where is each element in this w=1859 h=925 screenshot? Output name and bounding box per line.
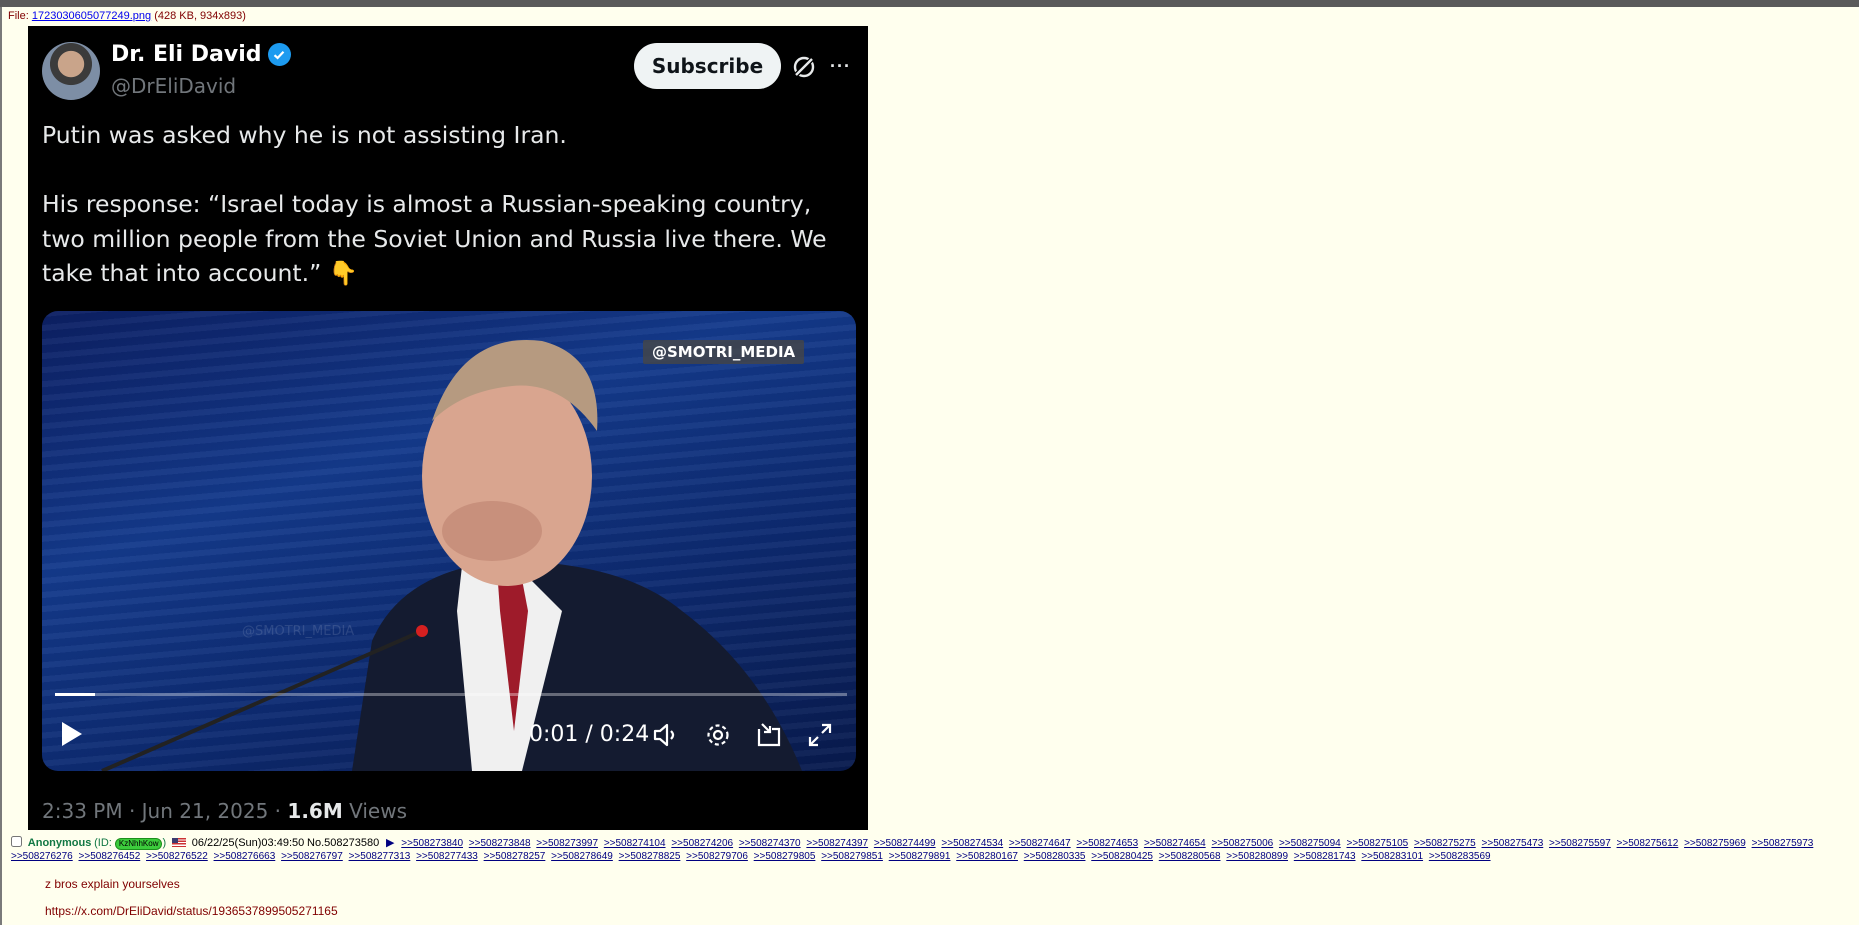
reply-link[interactable]: >>508274647 bbox=[1009, 838, 1071, 849]
reply-link[interactable]: >>508277433 bbox=[416, 851, 478, 862]
file-meta: (428 KB, 934x893) bbox=[154, 10, 246, 22]
post-comment: z bros explain yourselves bbox=[45, 877, 180, 891]
reply-link[interactable]: >>508275473 bbox=[1482, 838, 1544, 849]
reply-link[interactable]: >>508276452 bbox=[79, 851, 141, 862]
reply-link[interactable]: >>508278825 bbox=[619, 851, 681, 862]
post-info: Anonymous (ID: KzNhhKow) 06/22/25(Sun)03… bbox=[11, 836, 1856, 863]
more-options-icon: ··· bbox=[830, 56, 851, 76]
reply-link[interactable]: >>508276663 bbox=[214, 851, 276, 862]
reply-link[interactable]: >>508276522 bbox=[146, 851, 208, 862]
tweet-timestamp: 2:33 PM · Jun 21, 2025 · bbox=[42, 799, 288, 823]
file-info: File: 1723030605077249.png (428 KB, 934x… bbox=[8, 10, 246, 22]
reply-link[interactable]: >>508275612 bbox=[1617, 838, 1679, 849]
post-link[interactable]: https://x.com/DrEliDavid/status/19365378… bbox=[45, 904, 338, 918]
avatar bbox=[42, 42, 100, 100]
file-link[interactable]: 1723030605077249.png bbox=[32, 10, 151, 22]
volume-muted-icon bbox=[653, 723, 675, 747]
reply-link[interactable]: >>508273997 bbox=[536, 838, 598, 849]
poster-id-suffix: ) bbox=[162, 837, 167, 849]
window-left-edge bbox=[0, 7, 2, 925]
subscribe-button: Subscribe bbox=[634, 43, 781, 89]
reply-link[interactable]: >>508279805 bbox=[754, 851, 816, 862]
reply-link[interactable]: >>508275094 bbox=[1279, 838, 1341, 849]
fullscreen-icon bbox=[808, 723, 832, 747]
video-player: @SMOTRI_MEDIA @SMOTRI_MEDIA 0:01 / 0:24 bbox=[42, 311, 856, 771]
reply-link[interactable]: >>508274654 bbox=[1144, 838, 1206, 849]
reply-link[interactable]: >>508279891 bbox=[889, 851, 951, 862]
reply-link[interactable]: >>508274653 bbox=[1076, 838, 1138, 849]
reply-link[interactable]: >>508277313 bbox=[349, 851, 411, 862]
reply-link[interactable]: >>508278649 bbox=[551, 851, 613, 862]
settings-gear-icon bbox=[707, 724, 729, 746]
reply-link[interactable]: >>508283101 bbox=[1361, 851, 1423, 862]
tweet-text: Putin was asked why he is not assisting … bbox=[42, 121, 827, 287]
author-name: Dr. Eli David bbox=[111, 42, 262, 67]
reply-link[interactable]: >>508274104 bbox=[604, 838, 666, 849]
file-label: File: bbox=[8, 10, 29, 22]
picture-in-picture-icon bbox=[757, 723, 781, 747]
reply-link[interactable]: >>508275969 bbox=[1684, 838, 1746, 849]
video-watermark: @SMOTRI_MEDIA bbox=[643, 340, 805, 364]
poster-id: (ID: KzNhhKow) bbox=[94, 837, 167, 850]
reply-link[interactable]: >>508273848 bbox=[469, 838, 531, 849]
verified-badge-icon bbox=[267, 43, 291, 66]
grok-icon bbox=[793, 56, 815, 78]
reply-link[interactable]: >>508275597 bbox=[1549, 838, 1611, 849]
reply-link[interactable]: >>508279706 bbox=[686, 851, 748, 862]
reply-link[interactable]: >>508280425 bbox=[1091, 851, 1153, 862]
reply-link[interactable]: >>508278257 bbox=[484, 851, 546, 862]
reply-link[interactable]: >>508274499 bbox=[874, 838, 936, 849]
reply-link[interactable]: >>508275006 bbox=[1211, 838, 1273, 849]
reply-link[interactable]: >>508281743 bbox=[1294, 851, 1356, 862]
reply-link[interactable]: >>508276797 bbox=[281, 851, 343, 862]
reply-link[interactable]: >>508280568 bbox=[1159, 851, 1221, 862]
views-count: 1.6M bbox=[287, 799, 343, 823]
poster-name: Anonymous bbox=[27, 837, 92, 849]
reply-link[interactable]: >>508275973 bbox=[1752, 838, 1814, 849]
reply-link[interactable]: >>508274397 bbox=[806, 838, 868, 849]
video-time: 0:01 / 0:24 bbox=[529, 722, 650, 747]
video-progress-fill bbox=[55, 693, 95, 696]
reply-link[interactable]: >>508280899 bbox=[1226, 851, 1288, 862]
reply-link[interactable]: >>508273840 bbox=[401, 838, 463, 849]
reply-link[interactable]: >>508274206 bbox=[671, 838, 733, 849]
post-menu-arrow-icon[interactable]: ▶ bbox=[386, 837, 394, 849]
play-icon bbox=[62, 722, 82, 746]
video-progress-bar bbox=[55, 693, 847, 696]
video-faint-watermark: @SMOTRI_MEDIA bbox=[242, 624, 355, 639]
reply-link[interactable]: >>508283569 bbox=[1429, 851, 1491, 862]
author-handle: @DrEliDavid bbox=[111, 74, 237, 98]
post-number[interactable]: No.508273580 bbox=[307, 837, 379, 849]
window-top-bar bbox=[0, 0, 1859, 7]
reply-link[interactable]: >>508274534 bbox=[941, 838, 1003, 849]
country-flag-icon bbox=[171, 838, 186, 847]
reply-link[interactable]: >>508280335 bbox=[1024, 851, 1086, 862]
post-image[interactable]: Dr. Eli David @DrEliDavid Subscribe ··· … bbox=[28, 26, 868, 830]
reply-link[interactable]: >>508274370 bbox=[739, 838, 801, 849]
tweet-author: Dr. Eli David bbox=[111, 42, 291, 67]
tweet-meta: 2:33 PM · Jun 21, 2025 · 1.6M Views bbox=[42, 799, 407, 823]
post-select-checkbox[interactable] bbox=[11, 836, 22, 847]
reply-link[interactable]: >>508280167 bbox=[956, 851, 1018, 862]
reply-link[interactable]: >>508275105 bbox=[1346, 838, 1408, 849]
poster-id-badge[interactable]: KzNhhKow bbox=[114, 838, 163, 850]
poster-id-prefix: (ID: bbox=[94, 837, 115, 849]
reply-link[interactable]: >>508276276 bbox=[11, 851, 73, 862]
post-datetime: 06/22/25(Sun)03:49:50 bbox=[191, 837, 305, 849]
reply-link[interactable]: >>508279851 bbox=[821, 851, 883, 862]
views-label: Views bbox=[342, 799, 407, 823]
video-frame-speaker bbox=[101, 340, 802, 771]
reply-link[interactable]: >>508275275 bbox=[1414, 838, 1476, 849]
